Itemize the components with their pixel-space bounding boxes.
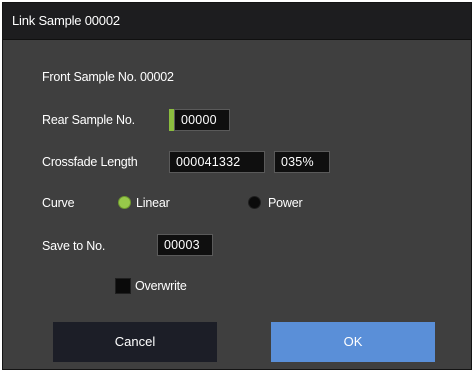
crossfade-length-label: Crossfade Length	[42, 155, 138, 169]
curve-label: Curve	[42, 196, 75, 210]
cancel-button[interactable]: Cancel	[53, 322, 217, 362]
curve-power-radio[interactable]	[248, 196, 261, 209]
crossfade-percent-field[interactable]: 035%	[274, 151, 330, 173]
save-to-field[interactable]: 00003	[157, 234, 213, 256]
dialog-titlebar: Link Sample 00002	[3, 3, 471, 40]
curve-power-label[interactable]: Power	[268, 196, 303, 210]
crossfade-length-field[interactable]: 000041332	[169, 151, 265, 173]
dialog-title: Link Sample 00002	[12, 13, 120, 28]
overwrite-checkbox[interactable]	[115, 278, 131, 294]
overwrite-label[interactable]: Overwrite	[135, 279, 187, 293]
save-to-label: Save to No.	[42, 239, 106, 253]
front-sample-label: Front Sample No. 00002	[42, 70, 174, 84]
link-sample-dialog: Link Sample 00002 Front Sample No. 00002…	[2, 2, 472, 370]
ok-button[interactable]: OK	[271, 322, 435, 362]
curve-linear-radio[interactable]	[118, 196, 131, 209]
curve-linear-label[interactable]: Linear	[136, 196, 170, 210]
rear-sample-field[interactable]: 00000	[174, 109, 230, 131]
rear-sample-label: Rear Sample No.	[42, 113, 135, 127]
